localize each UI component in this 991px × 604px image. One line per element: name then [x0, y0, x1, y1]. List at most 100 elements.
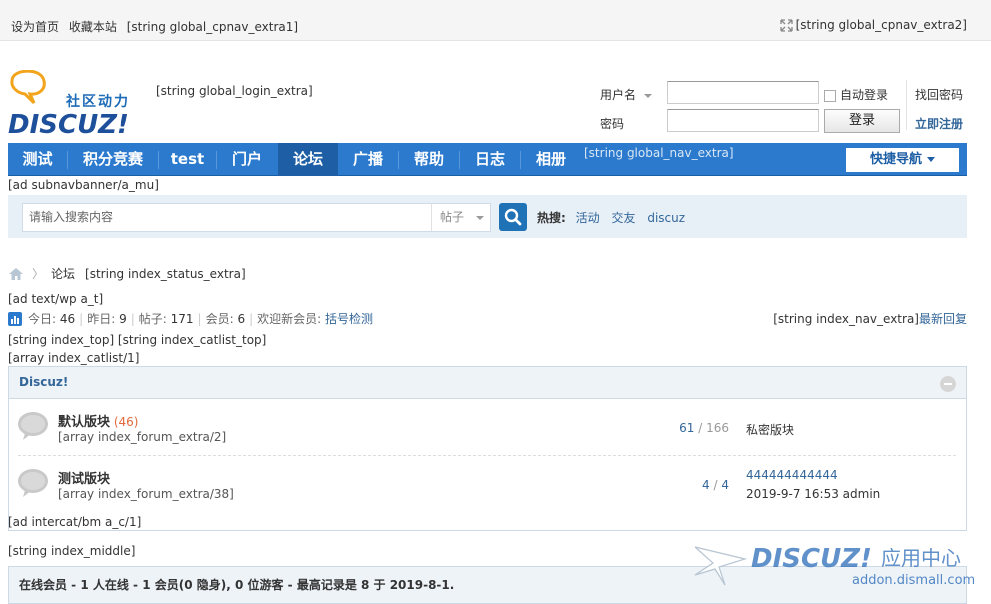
index-top: [string index_top] [string index_catlist… — [8, 333, 267, 347]
search-type-select[interactable]: 帖子 — [431, 203, 491, 232]
hot-search-label: 热搜: — [537, 211, 566, 225]
watermark-suffix: 应用中心 — [881, 546, 961, 570]
username-input[interactable] — [667, 81, 819, 104]
forum-name[interactable]: 默认版块 — [58, 415, 110, 430]
dismall-watermark: DISCUZ! 应用中心 addon.dismall.com — [694, 544, 975, 588]
forum-today-count: (46) — [113, 415, 139, 429]
row-divider — [18, 455, 956, 456]
watermark-brand: DISCUZ! — [751, 544, 872, 574]
auto-login[interactable]: 自动登录 — [824, 86, 888, 103]
collapse-icon[interactable] — [940, 376, 956, 392]
username-label[interactable]: 用户名 — [600, 86, 653, 103]
stat-members: 6 — [237, 311, 246, 326]
forgot-password-link[interactable]: 找回密码 — [915, 86, 963, 103]
new-member-link[interactable]: 括号检测 — [325, 310, 373, 327]
stats-chart-icon — [8, 311, 22, 326]
breadcrumb: 〉 论坛 [string index_status_extra] — [8, 265, 246, 282]
set-home-link[interactable]: 设为首页 — [11, 20, 59, 34]
stat-label: 今日: — [28, 312, 57, 326]
forum-icon — [18, 469, 48, 497]
last-post-link[interactable]: 444444444444 — [746, 468, 838, 482]
forum-stats: 今日: 46 | 昨日: 9 | 帖子: 171 | 会员: 6 | 欢迎新会员… — [8, 310, 373, 327]
stat-pipe: | — [249, 311, 254, 326]
breadcrumb-separator: 〉 — [32, 267, 45, 281]
top-right: [string global_cpnav_extra2] — [779, 18, 967, 32]
expand-icon[interactable] — [779, 18, 793, 32]
login-button[interactable]: 登录 — [824, 109, 900, 133]
online-summary: 在线会员 - 1 人在线 - 1 会员(0 隐身), 0 位游客 - 最高记录是… — [19, 578, 455, 592]
stat-posts: 171 — [170, 311, 194, 326]
top-bar: 设为首页 收藏本站 [string global_cpnav_extra1] [… — [0, 0, 991, 41]
category-title[interactable]: Discuz! — [19, 375, 68, 389]
stat-label: 会员: — [205, 312, 234, 326]
password-input[interactable] — [667, 109, 819, 132]
stat-today: 46 — [59, 311, 76, 326]
stat-pipe: | — [130, 311, 135, 326]
login-extra: [string global_login_extra] — [156, 84, 313, 98]
top-links: 设为首页 收藏本站 [string global_cpnav_extra1] — [11, 18, 304, 35]
stat-label: 欢迎新会员: — [257, 312, 322, 326]
nav-item-5[interactable]: 广播 — [338, 143, 398, 176]
watermark-url: addon.dismall.com — [852, 573, 975, 588]
nav-item-7[interactable]: 日志 — [460, 143, 520, 176]
cpnav-extra1: [string global_cpnav_extra1] — [126, 20, 299, 34]
count-slash: / — [698, 421, 703, 435]
forum-extra: [array index_forum_extra/38] — [58, 487, 234, 501]
index-middle: [string index_middle] — [8, 544, 136, 558]
site-logo[interactable]: 社区动力 DISCUZ! — [8, 69, 138, 140]
forum-name[interactable]: 测试版块 — [58, 472, 110, 487]
search-input[interactable]: 请输入搜索内容 — [22, 203, 432, 232]
forum-row-2[interactable]: 测试版块 — [58, 468, 110, 487]
stat-label: 帖子: — [138, 312, 167, 326]
hot-search-item[interactable]: 活动 — [576, 211, 600, 225]
nav-item-8[interactable]: 相册 — [521, 143, 581, 176]
forum-counts: 4 / 4 — [702, 478, 729, 492]
stat-label: 昨日: — [87, 312, 116, 326]
logo-tagline: 社区动力 — [65, 93, 130, 110]
main-nav: 测试 积分竞赛 test 门户 论坛 广播 帮助 日志 相册 [string g… — [8, 143, 967, 176]
forum-last-post: 私密版块 — [746, 423, 795, 437]
bookmark-link[interactable]: 收藏本站 — [69, 20, 117, 34]
chevron-down-icon — [644, 93, 653, 98]
forum-icon — [18, 412, 48, 440]
forum-posts: 4 — [721, 478, 729, 492]
catlist-label: [array index_catlist/1] — [8, 351, 140, 365]
stat-pipe: | — [79, 311, 84, 326]
nav-item-4[interactable]: 论坛 — [278, 143, 338, 176]
forum-row-1[interactable]: 默认版块 (46) — [58, 411, 138, 430]
forum-threads: 61 — [679, 421, 695, 435]
ad-intercat: [ad intercat/bm a_c/1] — [8, 515, 142, 529]
index-nav-extra: [string index_nav_extra] — [773, 312, 919, 326]
category-header: Discuz! — [8, 366, 967, 399]
home-icon[interactable] — [8, 267, 24, 281]
logo-brand: DISCUZ! — [8, 110, 129, 136]
register-link[interactable]: 立即注册 — [915, 115, 963, 132]
cpnav-extra2: [string global_cpnav_extra2] — [795, 18, 967, 32]
forum-counts: 61 / 166 — [679, 421, 729, 435]
auto-login-checkbox[interactable] — [824, 89, 836, 102]
password-label: 密码 — [600, 117, 625, 131]
hot-search: 热搜: 活动 交友 discuz — [537, 209, 693, 226]
nav-item-2[interactable]: test — [159, 143, 216, 176]
nav-item-3[interactable]: 门户 — [217, 143, 277, 176]
chevron-down-icon — [927, 157, 935, 162]
divider — [906, 80, 907, 130]
nav-extra: [string global_nav_extra] — [584, 146, 734, 160]
hot-search-item[interactable]: discuz — [647, 211, 685, 225]
nav-item-6[interactable]: 帮助 — [399, 143, 459, 176]
chevron-down-icon — [476, 215, 485, 220]
stat-pipe: | — [197, 311, 202, 326]
status-extra: [string index_status_extra] — [85, 266, 246, 281]
stat-yesterday: 9 — [119, 311, 127, 326]
breadcrumb-current[interactable]: 论坛 — [51, 265, 75, 282]
ad-text: [ad text/wp a_t] — [8, 292, 104, 306]
search-button[interactable] — [499, 203, 527, 231]
hot-search-item[interactable]: 交友 — [611, 211, 635, 225]
latest-reply-link[interactable]: 最新回复 — [919, 312, 967, 326]
search-icon — [504, 208, 522, 226]
nav-item-1[interactable]: 积分竞赛 — [68, 143, 158, 176]
nav-item-0[interactable]: 测试 — [8, 143, 67, 176]
ad-subnav: [ad subnavbanner/a_mu] — [8, 178, 159, 192]
quick-nav-button[interactable]: 快捷导航 — [846, 148, 959, 172]
last-post-meta: 2019-9-7 16:53 admin — [746, 487, 881, 501]
